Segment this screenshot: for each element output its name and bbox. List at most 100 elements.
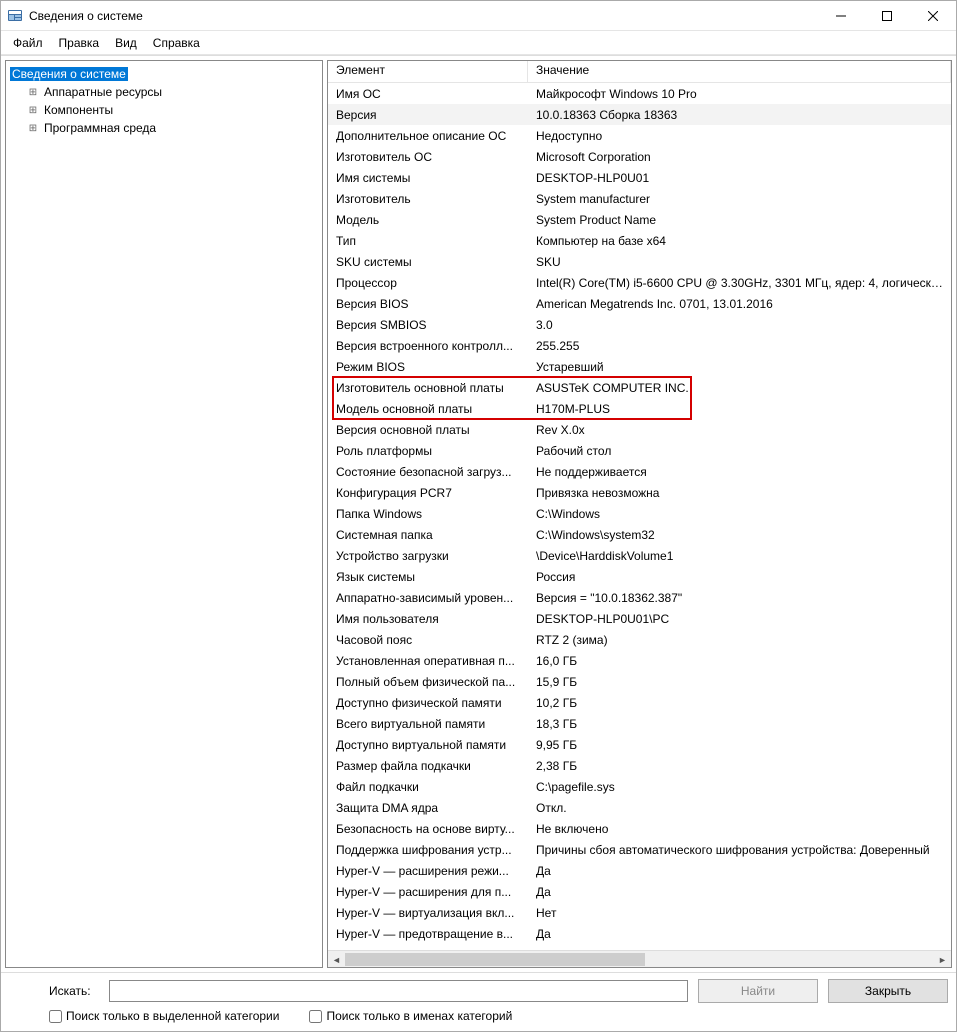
list-row[interactable]: Размер файла подкачки2,38 ГБ xyxy=(328,755,951,776)
menu-edit[interactable]: Правка xyxy=(51,34,108,52)
list-row[interactable]: Имя ОСМайкрософт Windows 10 Pro xyxy=(328,83,951,104)
expand-icon[interactable]: ⊞ xyxy=(26,123,40,134)
expand-icon[interactable]: ⊞ xyxy=(26,105,40,116)
list-row[interactable]: ИзготовительSystem manufacturer xyxy=(328,188,951,209)
list-row[interactable]: Версия SMBIOS3.0 xyxy=(328,314,951,335)
list-row[interactable]: Имя системыDESKTOP-HLP0U01 xyxy=(328,167,951,188)
cell-name: Hyper-V — виртуализация вкл... xyxy=(328,904,528,922)
list-row[interactable]: Версия основной платыRev X.0x xyxy=(328,419,951,440)
list-row[interactable]: Доступно физической памяти10,2 ГБ xyxy=(328,692,951,713)
scroll-thumb[interactable] xyxy=(345,953,645,966)
tree-components[interactable]: ⊞ Компоненты xyxy=(6,101,322,119)
list-row[interactable]: Hyper-V — расширения для п...Да xyxy=(328,881,951,902)
cell-value: Нет xyxy=(528,904,951,922)
search-input[interactable] xyxy=(109,980,688,1002)
list-row[interactable]: Конфигурация PCR7Привязка невозможна xyxy=(328,482,951,503)
tree-software-label: Программная среда xyxy=(42,121,158,135)
list-row[interactable]: Версия встроенного контролл...255.255 xyxy=(328,335,951,356)
list-row[interactable]: Режим BIOSУстаревший xyxy=(328,356,951,377)
cell-name: Файл подкачки xyxy=(328,778,528,796)
cell-name: Часовой пояс xyxy=(328,631,528,649)
tree-hardware[interactable]: ⊞ Аппаратные ресурсы xyxy=(6,83,322,101)
list-row[interactable]: Устройство загрузки\Device\HarddiskVolum… xyxy=(328,545,951,566)
search-panel: Искать: Найти Закрыть Поиск только в выд… xyxy=(1,972,956,1031)
expand-icon[interactable]: ⊞ xyxy=(26,87,40,98)
list-row[interactable]: Hyper-V — виртуализация вкл...Нет xyxy=(328,902,951,923)
list-row[interactable]: Всего виртуальной памяти18,3 ГБ xyxy=(328,713,951,734)
list-row[interactable]: Полный объем физической па...15,9 ГБ xyxy=(328,671,951,692)
cell-name: Hyper-V — расширения режи... xyxy=(328,862,528,880)
list-row[interactable]: Доступно виртуальной памяти9,95 ГБ xyxy=(328,734,951,755)
list-row[interactable]: Изготовитель основной платыASUSTeK COMPU… xyxy=(328,377,951,398)
maximize-button[interactable] xyxy=(864,1,910,30)
menu-help[interactable]: Справка xyxy=(145,34,208,52)
cell-name: Конфигурация PCR7 xyxy=(328,484,528,502)
menu-file[interactable]: Файл xyxy=(5,34,51,52)
cell-value: SKU xyxy=(528,253,951,271)
close-search-button[interactable]: Закрыть xyxy=(828,979,948,1003)
list-row[interactable]: Hyper-V — расширения режи...Да xyxy=(328,860,951,881)
tree-components-label: Компоненты xyxy=(42,103,115,117)
column-header-value[interactable]: Значение xyxy=(528,61,951,82)
app-icon xyxy=(7,8,23,24)
checkbox-selected-category[interactable]: Поиск только в выделенной категории xyxy=(49,1009,279,1023)
cell-name: Полный объем физической па... xyxy=(328,673,528,691)
list-row[interactable]: Аппаратно-зависимый уровен...Версия = "1… xyxy=(328,587,951,608)
list-body[interactable]: Имя ОСМайкрософт Windows 10 ProВерсия10.… xyxy=(328,83,951,950)
cell-value: Да xyxy=(528,862,951,880)
tree-root[interactable]: Сведения о системе xyxy=(6,65,322,83)
horizontal-scrollbar[interactable]: ◄ ► xyxy=(328,950,951,967)
tree-software[interactable]: ⊞ Программная среда xyxy=(6,119,322,137)
checkbox-category-names-input[interactable] xyxy=(309,1010,322,1023)
list-row[interactable]: Файл подкачкиC:\pagefile.sys xyxy=(328,776,951,797)
list-row[interactable]: Версия BIOSAmerican Megatrends Inc. 0701… xyxy=(328,293,951,314)
cell-value: Да xyxy=(528,925,951,943)
tree-hardware-label: Аппаратные ресурсы xyxy=(42,85,164,99)
cell-name: Дополнительное описание ОС xyxy=(328,127,528,145)
checkbox-selected-category-input[interactable] xyxy=(49,1010,62,1023)
cell-name: Доступно физической памяти xyxy=(328,694,528,712)
scroll-right-arrow[interactable]: ► xyxy=(934,951,951,968)
list-row[interactable]: Модель основной платыH170M-PLUS xyxy=(328,398,951,419)
list-row[interactable]: Язык системыРоссия xyxy=(328,566,951,587)
list-row[interactable]: Дополнительное описание ОСНедоступно xyxy=(328,125,951,146)
cell-value: DESKTOP-HLP0U01 xyxy=(528,169,951,187)
list-row[interactable]: Имя пользователяDESKTOP-HLP0U01\PC xyxy=(328,608,951,629)
tree-pane[interactable]: Сведения о системе ⊞ Аппаратные ресурсы … xyxy=(5,60,323,968)
cell-name: Изготовитель основной платы xyxy=(328,379,528,397)
cell-value: 3.0 xyxy=(528,316,951,334)
close-button[interactable] xyxy=(910,1,956,30)
list-row[interactable]: Системная папкаC:\Windows\system32 xyxy=(328,524,951,545)
list-row[interactable]: МодельSystem Product Name xyxy=(328,209,951,230)
cell-value: Версия = "10.0.18362.387" xyxy=(528,589,951,607)
menu-view[interactable]: Вид xyxy=(107,34,145,52)
list-row[interactable]: Версия10.0.18363 Сборка 18363 xyxy=(328,104,951,125)
list-row[interactable]: Установленная оперативная п...16,0 ГБ xyxy=(328,650,951,671)
find-button[interactable]: Найти xyxy=(698,979,818,1003)
cell-value: 15,9 ГБ xyxy=(528,673,951,691)
cell-value: 18,3 ГБ xyxy=(528,715,951,733)
list-row[interactable]: Папка WindowsC:\Windows xyxy=(328,503,951,524)
list-row[interactable]: ПроцессорIntel(R) Core(TM) i5-6600 CPU @… xyxy=(328,272,951,293)
list-row[interactable]: Изготовитель ОСMicrosoft Corporation xyxy=(328,146,951,167)
cell-name: Модель xyxy=(328,211,528,229)
list-row[interactable]: Защита DMA ядраОткл. xyxy=(328,797,951,818)
column-header-name[interactable]: Элемент xyxy=(328,61,528,82)
list-row[interactable]: Поддержка шифрования устр...Причины сбоя… xyxy=(328,839,951,860)
scroll-left-arrow[interactable]: ◄ xyxy=(328,951,345,968)
cell-value: ASUSTeK COMPUTER INC. xyxy=(528,379,951,397)
list-row[interactable]: ТипКомпьютер на базе x64 xyxy=(328,230,951,251)
minimize-button[interactable] xyxy=(818,1,864,30)
list-row[interactable]: Безопасность на основе вирту...Не включе… xyxy=(328,818,951,839)
cell-value: Не поддерживается xyxy=(528,463,951,481)
list-row[interactable]: Часовой поясRTZ 2 (зима) xyxy=(328,629,951,650)
checkbox-category-names[interactable]: Поиск только в именах категорий xyxy=(309,1009,512,1023)
cell-name: Процессор xyxy=(328,274,528,292)
cell-value: 255.255 xyxy=(528,337,951,355)
cell-name: Тип xyxy=(328,232,528,250)
search-label: Искать: xyxy=(9,984,99,998)
list-row[interactable]: Роль платформыРабочий стол xyxy=(328,440,951,461)
list-row[interactable]: Состояние безопасной загруз...Не поддерж… xyxy=(328,461,951,482)
list-row[interactable]: SKU системыSKU xyxy=(328,251,951,272)
list-row[interactable]: Hyper-V — предотвращение в...Да xyxy=(328,923,951,944)
